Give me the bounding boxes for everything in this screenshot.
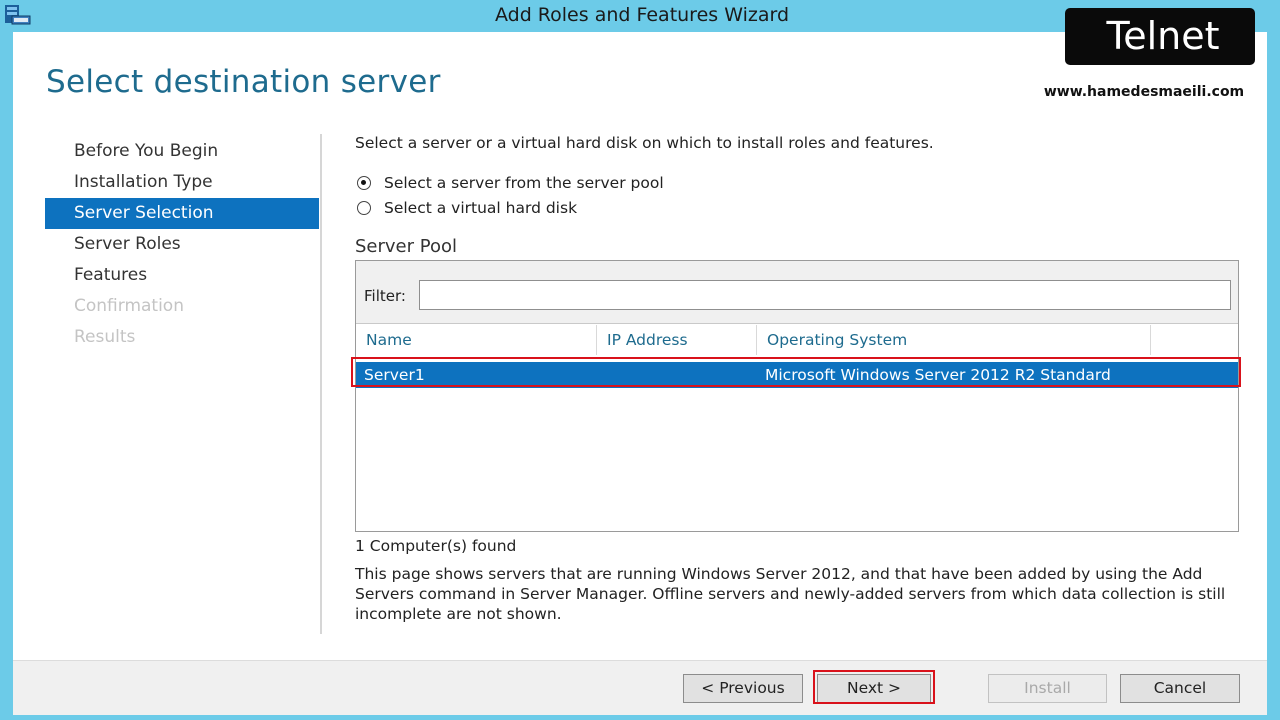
nav-item-before-you-begin[interactable]: Before You Begin [45, 136, 319, 167]
radio-server-pool-label[interactable]: Select a server from the server pool [384, 174, 664, 192]
radio-virtual-hard-disk-label[interactable]: Select a virtual hard disk [384, 199, 577, 217]
nav-item-server-roles[interactable]: Server Roles [45, 229, 319, 260]
radio-button-checked[interactable] [357, 176, 371, 190]
install-button: Install [988, 674, 1107, 703]
filter-input[interactable] [419, 280, 1231, 310]
page-title: Select destination server [46, 64, 441, 100]
nav-item-server-selection[interactable]: Server Selection [45, 198, 319, 229]
filter-bar: Filter: [356, 261, 1238, 324]
nav-divider [320, 134, 322, 634]
cell-operating-system: Microsoft Windows Server 2012 R2 Standar… [765, 366, 1111, 384]
column-header-name[interactable]: Name [356, 325, 597, 355]
radio-server-pool[interactable]: Select a server from the server pool [357, 172, 664, 194]
cancel-button[interactable]: Cancel [1120, 674, 1240, 703]
nav-item-installation-type[interactable]: Installation Type [45, 167, 319, 198]
server-pool-panel: Filter: Name IP Address Operating System… [355, 260, 1239, 532]
computers-found-count: 1 Computer(s) found [355, 537, 517, 555]
previous-button[interactable]: < Previous [683, 674, 803, 703]
nav-item-results: Results [74, 327, 136, 347]
nav-item-features[interactable]: Features [45, 260, 319, 291]
radio-virtual-hard-disk[interactable]: Select a virtual hard disk [357, 197, 577, 219]
filter-label: Filter: [364, 287, 406, 305]
radio-button-unchecked[interactable] [357, 201, 371, 215]
telnet-logo: Telnet [1065, 8, 1255, 65]
nav-item-confirmation: Confirmation [74, 296, 184, 316]
wizard-nav: Before You Begin Installation Type Serve… [45, 136, 319, 353]
next-button[interactable]: Next > [817, 674, 931, 703]
intro-text: Select a server or a virtual hard disk o… [355, 134, 934, 152]
server-pool-heading: Server Pool [355, 236, 457, 257]
table-row[interactable]: Server1 Microsoft Windows Server 2012 R2… [356, 362, 1238, 388]
column-header-ip-address[interactable]: IP Address [597, 325, 757, 355]
column-header-operating-system[interactable]: Operating System [757, 325, 1151, 355]
watermark-url: www.hamedesmaeili.com [1022, 70, 1266, 114]
server-pool-note: This page shows servers that are running… [355, 565, 1226, 623]
cell-server-name: Server1 [364, 366, 425, 384]
